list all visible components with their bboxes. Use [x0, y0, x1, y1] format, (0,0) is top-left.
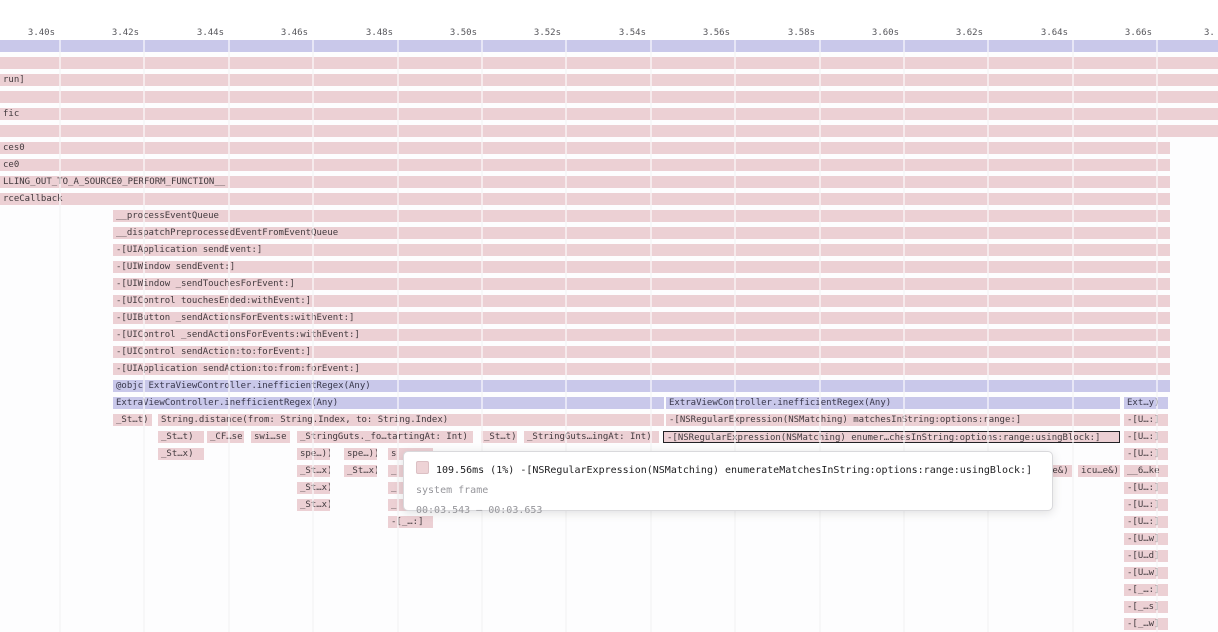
time-tick-label: 3.58s — [769, 28, 815, 38]
time-tick-label: 3.50s — [431, 28, 477, 38]
flame-bar[interactable]: __processEventQueue — [113, 210, 1170, 222]
flame-bar[interactable]: -[U…:] — [1124, 414, 1168, 426]
time-tick-label: 3.56s — [684, 28, 730, 38]
flame-bar[interactable]: _St…t) — [158, 431, 204, 443]
time-tick-label: 3.40s — [9, 28, 55, 38]
tooltip-frame-kind: system frame — [416, 481, 1040, 501]
flame-bar[interactable]: _St…t) — [481, 431, 517, 443]
tooltip-time-range: 00:03.543 — 00:03.653 — [416, 501, 1040, 521]
flame-bar[interactable] — [0, 40, 1218, 52]
flame-bar[interactable]: -[U…:] — [1124, 431, 1168, 443]
flame-bar[interactable]: run] — [0, 74, 1218, 86]
tooltip-duration: 109.56ms (1%) — [436, 465, 514, 476]
time-tick-label: 3.46s — [262, 28, 308, 38]
flame-bar[interactable]: -[U…w] — [1124, 567, 1168, 579]
time-gridline-highlight — [59, 40, 61, 632]
flame-bar[interactable]: _StringGuts._fo…tartingAt: Int) — [297, 431, 473, 443]
flame-bar[interactable]: -[_…:] — [1124, 584, 1168, 596]
time-gridline-highlight — [650, 40, 652, 632]
flame-bar[interactable]: -[U…:] — [1124, 499, 1168, 511]
time-gridline-highlight — [312, 40, 314, 632]
time-tick-label: 3.54s — [600, 28, 646, 38]
flame-bar[interactable]: ExtraViewController.inefficientRegex(Any… — [113, 397, 664, 409]
flame-bar[interactable]: -[UIApplication sendEvent:] — [113, 244, 1170, 256]
flame-bar[interactable]: -[_…w] — [1124, 618, 1168, 630]
time-tick-label: 3.66s — [1106, 28, 1152, 38]
time-gridline-highlight — [143, 40, 145, 632]
time-tick-label: 3.60s — [853, 28, 899, 38]
flame-bar[interactable]: swi…se — [251, 431, 290, 443]
hover-tooltip: 109.56ms (1%) -[NSRegularExpression(NSMa… — [403, 451, 1053, 511]
flame-bar[interactable]: _StringGuts…ingAt: Int) — [524, 431, 659, 443]
time-ruler[interactable]: 3.40s 3.42s 3.44s 3.46s 3.48s 3.50s 3.52s 3.54s… — [0, 26, 1218, 40]
time-gridline-highlight — [819, 40, 821, 632]
flame-bar[interactable]: -[U…:] — [1124, 482, 1168, 494]
flame-bar[interactable]: @objc ExtraViewController.inefficientReg… — [113, 380, 1170, 392]
flame-bar[interactable]: -[U…:] — [1124, 516, 1168, 528]
time-gridline-highlight — [903, 40, 905, 632]
time-tick-label: 3. — [1204, 28, 1218, 38]
time-tick-label: 3.48s — [347, 28, 393, 38]
time-gridline-highlight — [987, 40, 989, 632]
flame-bar[interactable]: -[UIWindow sendEvent:] — [113, 261, 1170, 273]
flame-graph-view: 3.40s 3.42s 3.44s 3.46s 3.48s 3.50s 3.52s 3.54s… — [0, 0, 1218, 632]
flame-bar[interactable] — [0, 125, 1218, 137]
flame-bar[interactable]: -[UIControl touchesEnded:withEvent:] — [113, 295, 1170, 307]
flame-bar[interactable]: -[U…:] — [1124, 448, 1168, 460]
time-gridline-highlight — [228, 40, 230, 632]
flame-bar[interactable]: -[UIButton _sendActionsForEvents:withEve… — [113, 312, 1170, 324]
time-gridline-highlight — [1072, 40, 1074, 632]
time-gridline-highlight — [734, 40, 736, 632]
time-tick-label: 3.64s — [1022, 28, 1068, 38]
flame-bar[interactable]: fic — [0, 108, 1218, 120]
flame-bar[interactable]: ces0 — [0, 142, 1170, 154]
time-tick-label: 3.44s — [178, 28, 224, 38]
flame-bar[interactable]: spe…)) — [344, 448, 377, 460]
category-color-swatch — [416, 461, 429, 474]
flame-bar-selected[interactable]: -[NSRegularExpression(NSMatching) enumer… — [663, 431, 1120, 443]
flame-bar[interactable]: ce0 — [0, 159, 1170, 171]
flame-bar[interactable]: icu…e&) — [1078, 465, 1120, 477]
flame-bar[interactable]: _CF…se — [207, 431, 244, 443]
flame-bar[interactable]: -[U…d] — [1124, 550, 1168, 562]
flame-bar[interactable] — [0, 57, 1218, 69]
flame-bar[interactable]: _St…t) — [113, 414, 152, 426]
time-tick-label: 3.52s — [515, 28, 561, 38]
flame-bar[interactable]: -[UIControl _sendActionsForEvents:withEv… — [113, 329, 1170, 341]
flame-bar[interactable]: _St…x) — [344, 465, 377, 477]
tooltip-title-line: 109.56ms (1%) -[NSRegularExpression(NSMa… — [416, 461, 1040, 481]
time-tick-label: 3.42s — [93, 28, 139, 38]
track-header-spacer — [0, 0, 1218, 27]
flame-bar[interactable] — [0, 91, 1218, 103]
time-gridline-highlight — [481, 40, 483, 632]
flame-bar[interactable]: -[_…s] — [1124, 601, 1168, 613]
time-tick-label: 3.62s — [937, 28, 983, 38]
flame-bar[interactable]: LLING_OUT_TO_A_SOURCE0_PERFORM_FUNCTION_… — [0, 176, 1170, 188]
flame-bar[interactable]: -[UIApplication sendAction:to:from:forEv… — [113, 363, 1170, 375]
flame-bar[interactable]: -[U…w] — [1124, 533, 1168, 545]
flame-bar[interactable]: __6…ke — [1124, 465, 1168, 477]
tooltip-symbol: -[NSRegularExpression(NSMatching) enumer… — [520, 465, 1032, 476]
time-gridline-highlight — [1156, 40, 1158, 632]
time-gridline-highlight — [565, 40, 567, 632]
flame-bar[interactable]: _St…x) — [158, 448, 204, 460]
flame-bar[interactable]: String.distance(from: String.Index, to: … — [158, 414, 664, 426]
flame-bar[interactable]: rceCallback — [0, 193, 1170, 205]
time-gridline-highlight — [397, 40, 399, 632]
flame-bar[interactable]: -[UIWindow _sendTouchesForEvent:] — [113, 278, 1170, 290]
flame-bar[interactable]: __dispatchPreprocessedEventFromEventQueu… — [113, 227, 1170, 239]
flame-bar[interactable]: Ext…y) — [1124, 397, 1168, 409]
flame-bar[interactable]: -[UIControl sendAction:to:forEvent:] — [113, 346, 1170, 358]
